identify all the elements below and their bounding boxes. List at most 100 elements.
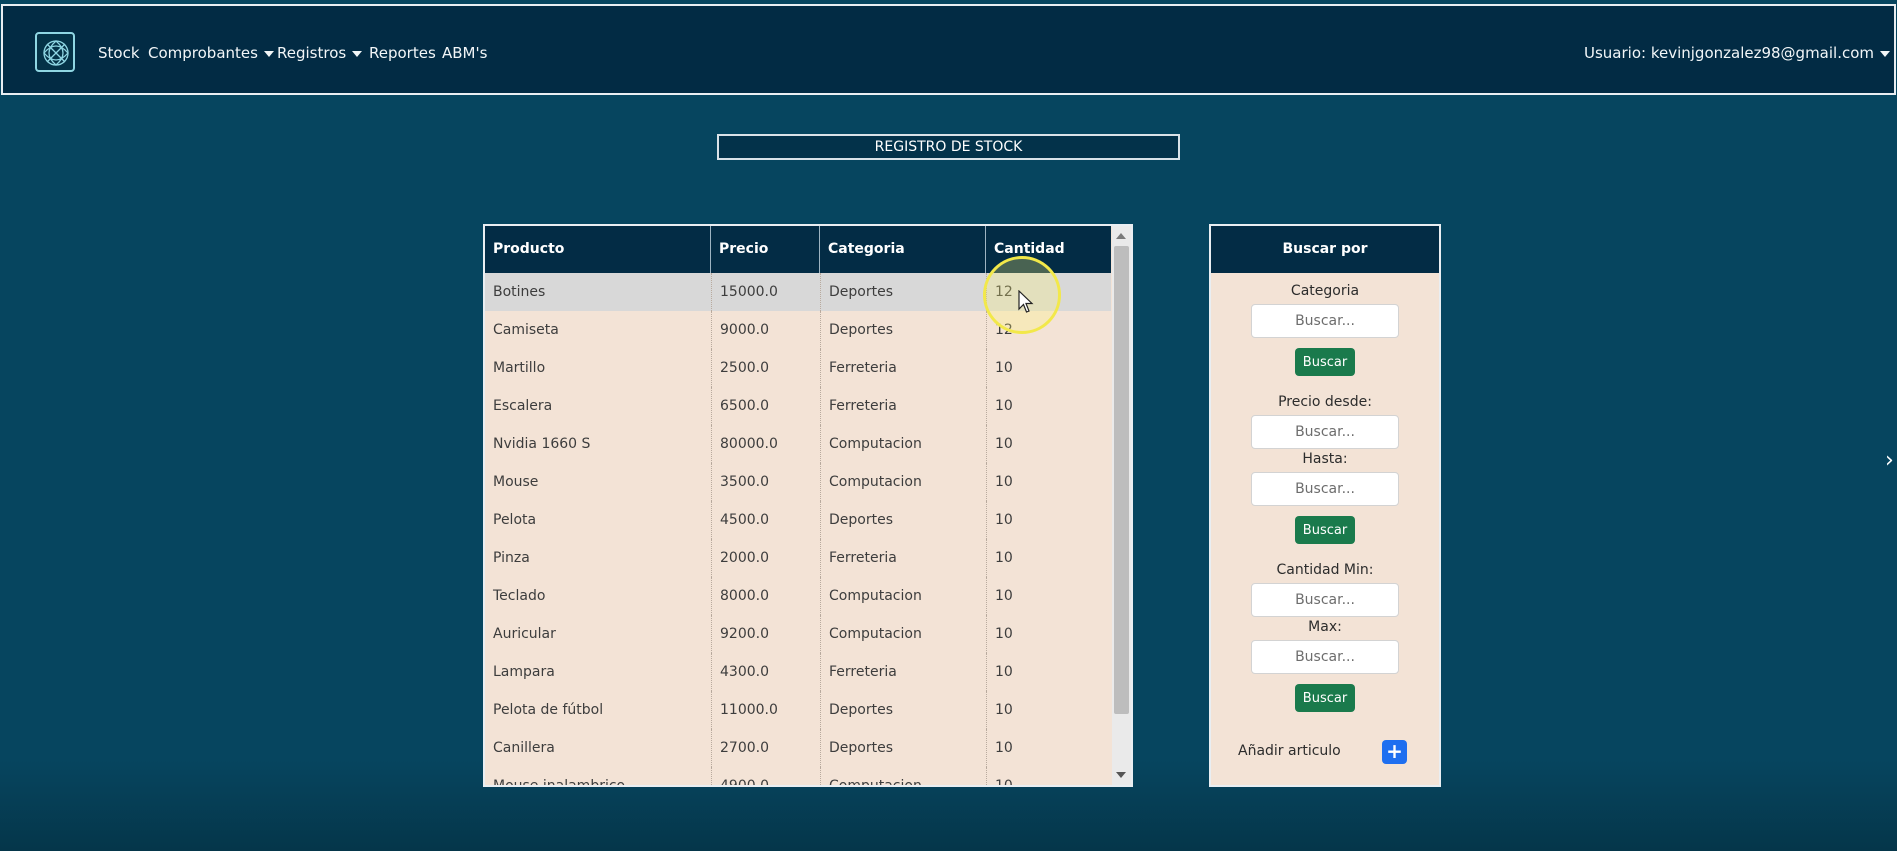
scroll-up-arrow-icon[interactable] [1116,233,1126,239]
cell-producto: Lampara [493,664,555,680]
table-row[interactable]: Camiseta 9000.0 Deportes 12 [485,311,1111,349]
knot-logo-icon[interactable] [35,32,75,72]
table-row[interactable]: Mouse 3500.0 Computacion 10 [485,463,1111,501]
cell-cantidad: 10 [986,387,1111,425]
precio-hasta-label: Hasta: [1302,451,1348,467]
cell-precio: 15000.0 [711,273,820,311]
cell-precio: 80000.0 [711,425,820,463]
cell-precio: 3500.0 [711,463,820,501]
cell-cantidad: 12 [986,273,1111,311]
cell-cantidad: 10 [986,691,1111,729]
cell-cantidad: 12 [986,311,1111,349]
precio-desde-label: Precio desde: [1278,394,1372,410]
cell-precio: 4300.0 [711,653,820,691]
table-row[interactable]: Teclado 8000.0 Computacion 10 [485,577,1111,615]
cell-producto: Martillo [493,360,546,376]
cell-producto: Pelota de fútbol [493,702,604,718]
cell-categoria: Deportes [820,501,986,539]
cell-precio: 2500.0 [711,349,820,387]
cell-producto: Mouse [493,474,539,490]
navbar: Stock Comprobantes Registros Reportes AB… [1,4,1896,95]
cell-producto: Teclado [493,588,546,604]
table-row[interactable]: Lampara 4300.0 Ferreteria 10 [485,653,1111,691]
cell-precio: 4900.0 [711,767,820,785]
scroll-down-arrow-icon[interactable] [1116,772,1126,778]
cell-producto: Nvidia 1660 S [493,436,591,452]
precio-desde-input[interactable] [1251,415,1399,449]
cantidad-min-label: Cantidad Min: [1276,562,1374,578]
cell-precio: 11000.0 [711,691,820,729]
search-panel-title: Buscar por [1211,226,1439,273]
cell-categoria: Deportes [820,311,986,349]
table-row[interactable]: Pinza 2000.0 Ferreteria 10 [485,539,1111,577]
nav-comprobantes-dropdown[interactable]: Comprobantes [148,44,274,62]
table-row[interactable]: Pelota de fútbol 11000.0 Deportes 10 [485,691,1111,729]
cell-cantidad: 10 [986,349,1111,387]
cell-producto: Canillera [493,740,555,756]
cell-categoria: Computacion [820,615,986,653]
cell-categoria: Ferreteria [820,539,986,577]
cell-producto: Pelota [493,512,537,528]
caret-down-icon [1880,50,1891,57]
cell-cantidad: 10 [986,463,1111,501]
stock-table: Producto Precio Categoria Cantidad Botin… [483,224,1133,787]
cell-precio: 9000.0 [711,311,820,349]
cell-cantidad: 10 [986,577,1111,615]
precio-search-button[interactable]: Buscar [1295,516,1355,544]
nav-registros-dropdown[interactable]: Registros [277,44,363,62]
cell-cantidad: 10 [986,729,1111,767]
cell-cantidad: 10 [986,539,1111,577]
cell-producto: Auricular [493,626,556,642]
cantidad-search-button[interactable]: Buscar [1295,684,1355,712]
cell-precio: 9200.0 [711,615,820,653]
table-row[interactable]: Escalera 6500.0 Ferreteria 10 [485,387,1111,425]
cell-categoria: Computacion [820,425,986,463]
table-body: Botines 15000.0 Deportes 12 Camiseta 9000.0 De… [485,273,1111,787]
cell-cantidad: 10 [986,615,1111,653]
user-menu-dropdown[interactable]: Usuario: kevinjgonzalez98@gmail.com [1584,44,1891,62]
column-header-precio[interactable]: Precio [711,226,820,273]
table-row[interactable]: Nvidia 1660 S 80000.0 Computacion 10 [485,425,1111,463]
cell-categoria: Computacion [820,577,986,615]
cell-producto: Mouse inalambrico [493,778,626,787]
cell-producto: Camiseta [493,322,559,338]
user-email-label: Usuario: kevinjgonzalez98@gmail.com [1584,44,1875,62]
table-row[interactable]: Auricular 9200.0 Computacion 10 [485,615,1111,653]
nav-reportes-link[interactable]: Reportes [369,44,436,62]
search-panel: Buscar por Categoria Buscar Precio desde… [1209,224,1441,787]
nav-stock-link[interactable]: Stock [98,44,140,62]
cell-categoria: Ferreteria [820,387,986,425]
caret-down-icon [352,50,363,57]
cell-categoria: Deportes [820,273,986,311]
caret-down-icon [263,50,274,57]
column-header-categoria[interactable]: Categoria [820,226,986,273]
plus-icon[interactable]: + [1382,740,1407,764]
cell-precio: 8000.0 [711,577,820,615]
cantidad-max-input[interactable] [1251,640,1399,674]
table-row[interactable]: Mouse inalambrico 4900.0 Computacion 10 [485,767,1111,787]
table-row[interactable]: Canillera 2700.0 Deportes 10 [485,729,1111,767]
scroll-thumb[interactable] [1114,246,1129,714]
cell-categoria: Deportes [820,691,986,729]
nav-comprobantes-label: Comprobantes [148,44,258,62]
table-row[interactable]: Pelota 4500.0 Deportes 10 [485,501,1111,539]
precio-hasta-input[interactable] [1251,472,1399,506]
column-header-producto[interactable]: Producto [485,226,711,273]
categoria-search-button[interactable]: Buscar [1295,348,1355,376]
column-header-cantidad[interactable]: Cantidad [986,226,1111,273]
cell-categoria: Deportes [820,729,986,767]
table-row[interactable]: Botines 15000.0 Deportes 12 [485,273,1111,311]
page-title: REGISTRO DE STOCK [717,134,1180,160]
cell-cantidad: 10 [986,425,1111,463]
nav-abms-link[interactable]: ABM's [442,44,487,62]
cell-categoria: Ferreteria [820,653,986,691]
chevron-right-icon[interactable]: › [1885,448,1894,473]
cell-cantidad: 10 [986,767,1111,785]
cantidad-min-input[interactable] [1251,583,1399,617]
categoria-search-input[interactable] [1251,304,1399,338]
cell-producto: Escalera [493,398,553,414]
cell-cantidad: 10 [986,501,1111,539]
add-article-label: Añadir articulo [1238,743,1341,759]
table-row[interactable]: Martillo 2500.0 Ferreteria 10 [485,349,1111,387]
table-scrollbar[interactable] [1112,226,1131,785]
